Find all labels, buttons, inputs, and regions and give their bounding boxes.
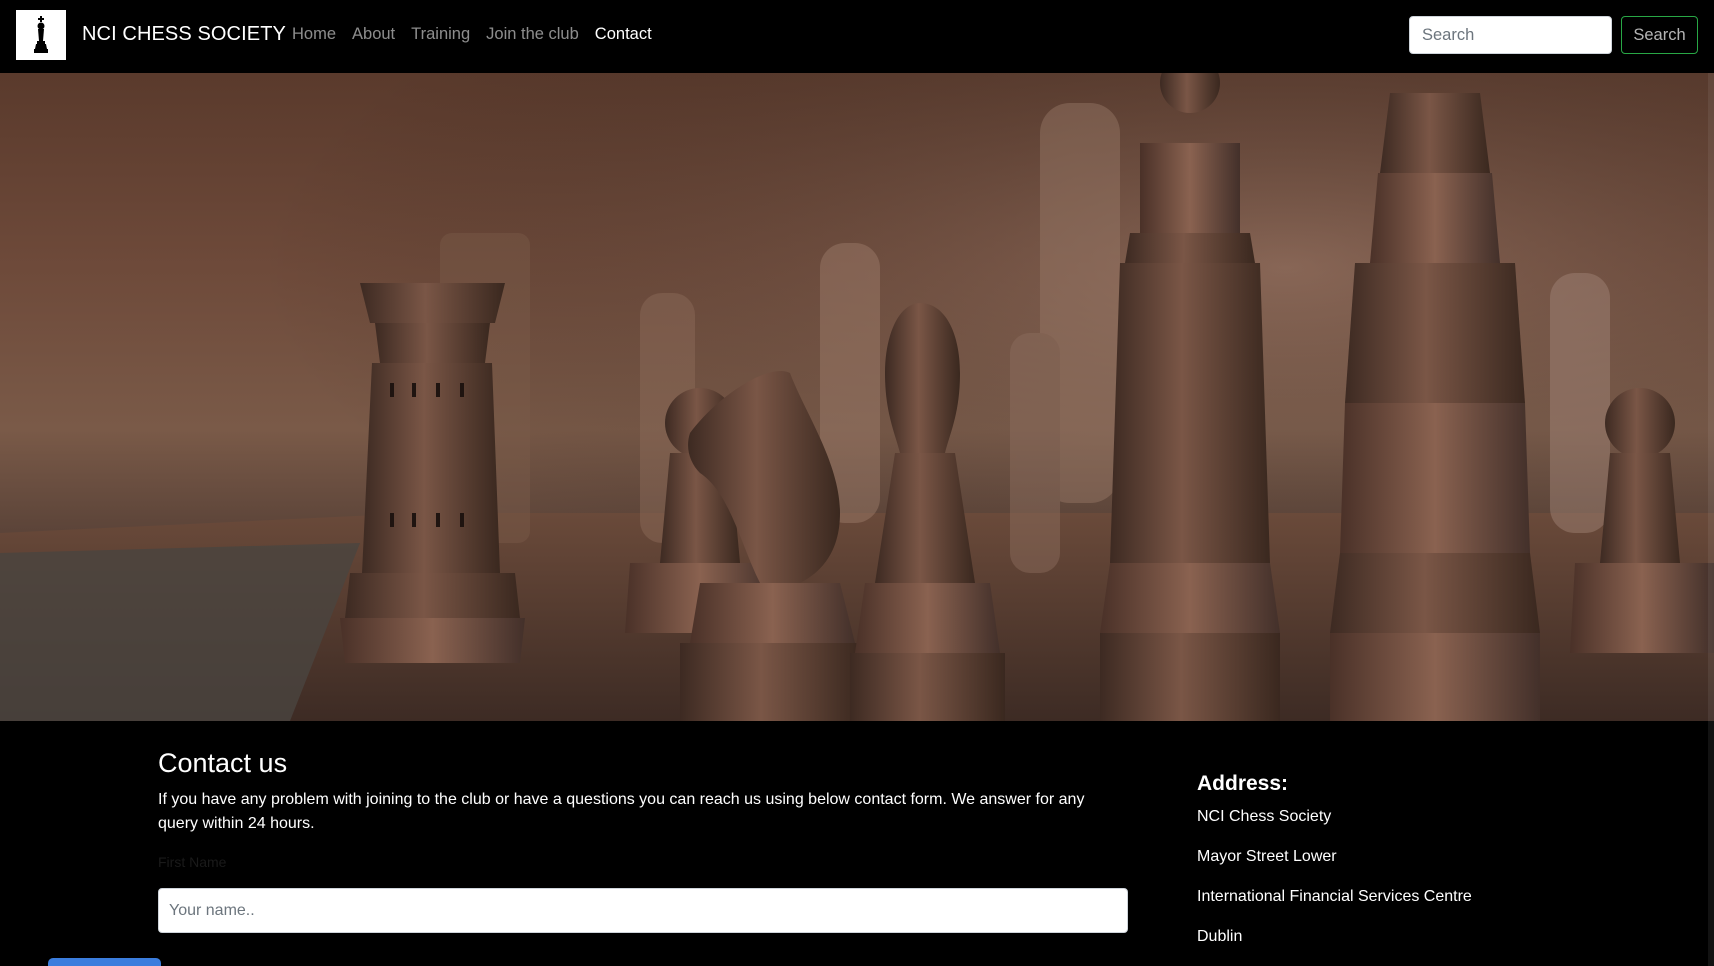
brand-logo[interactable] [16,10,66,60]
scrollbar[interactable] [1708,73,1714,966]
navbar: NCI CHESS SOCIETY Home About Training Jo… [0,0,1714,73]
chess-king-icon [34,16,48,53]
hero-image-chess-pieces [0,73,1714,721]
search-button[interactable]: Search [1621,16,1698,54]
first-name-label: First Name [158,854,227,870]
submit-button[interactable] [48,958,161,966]
chess-pieces-illustration [0,73,1714,721]
contact-description: If you have any problem with joining to … [158,791,1085,832]
address-line-street: Mayor Street Lower [1197,848,1337,865]
nav-link-contact[interactable]: Contact [595,25,652,44]
nav-link-training[interactable]: Training [411,25,470,44]
address-line-name: NCI Chess Society [1197,808,1332,825]
contact-title: Contact us [158,748,288,778]
nav-link-about[interactable]: About [352,25,395,44]
nav-link-home[interactable]: Home [292,25,336,44]
address-line-city: Dublin [1197,928,1243,945]
name-input[interactable] [158,888,1128,933]
search-button-label: Search [1633,25,1686,44]
nav-link-join-the-club[interactable]: Join the club [486,25,579,44]
address-line-centre: International Financial Services Centre [1197,888,1472,905]
nav-links: Home About Training Join the club Contac… [292,25,668,44]
search-input[interactable] [1409,16,1612,54]
address-title: Address: [1197,772,1289,795]
brand-name[interactable]: NCI CHESS SOCIETY [82,23,286,46]
